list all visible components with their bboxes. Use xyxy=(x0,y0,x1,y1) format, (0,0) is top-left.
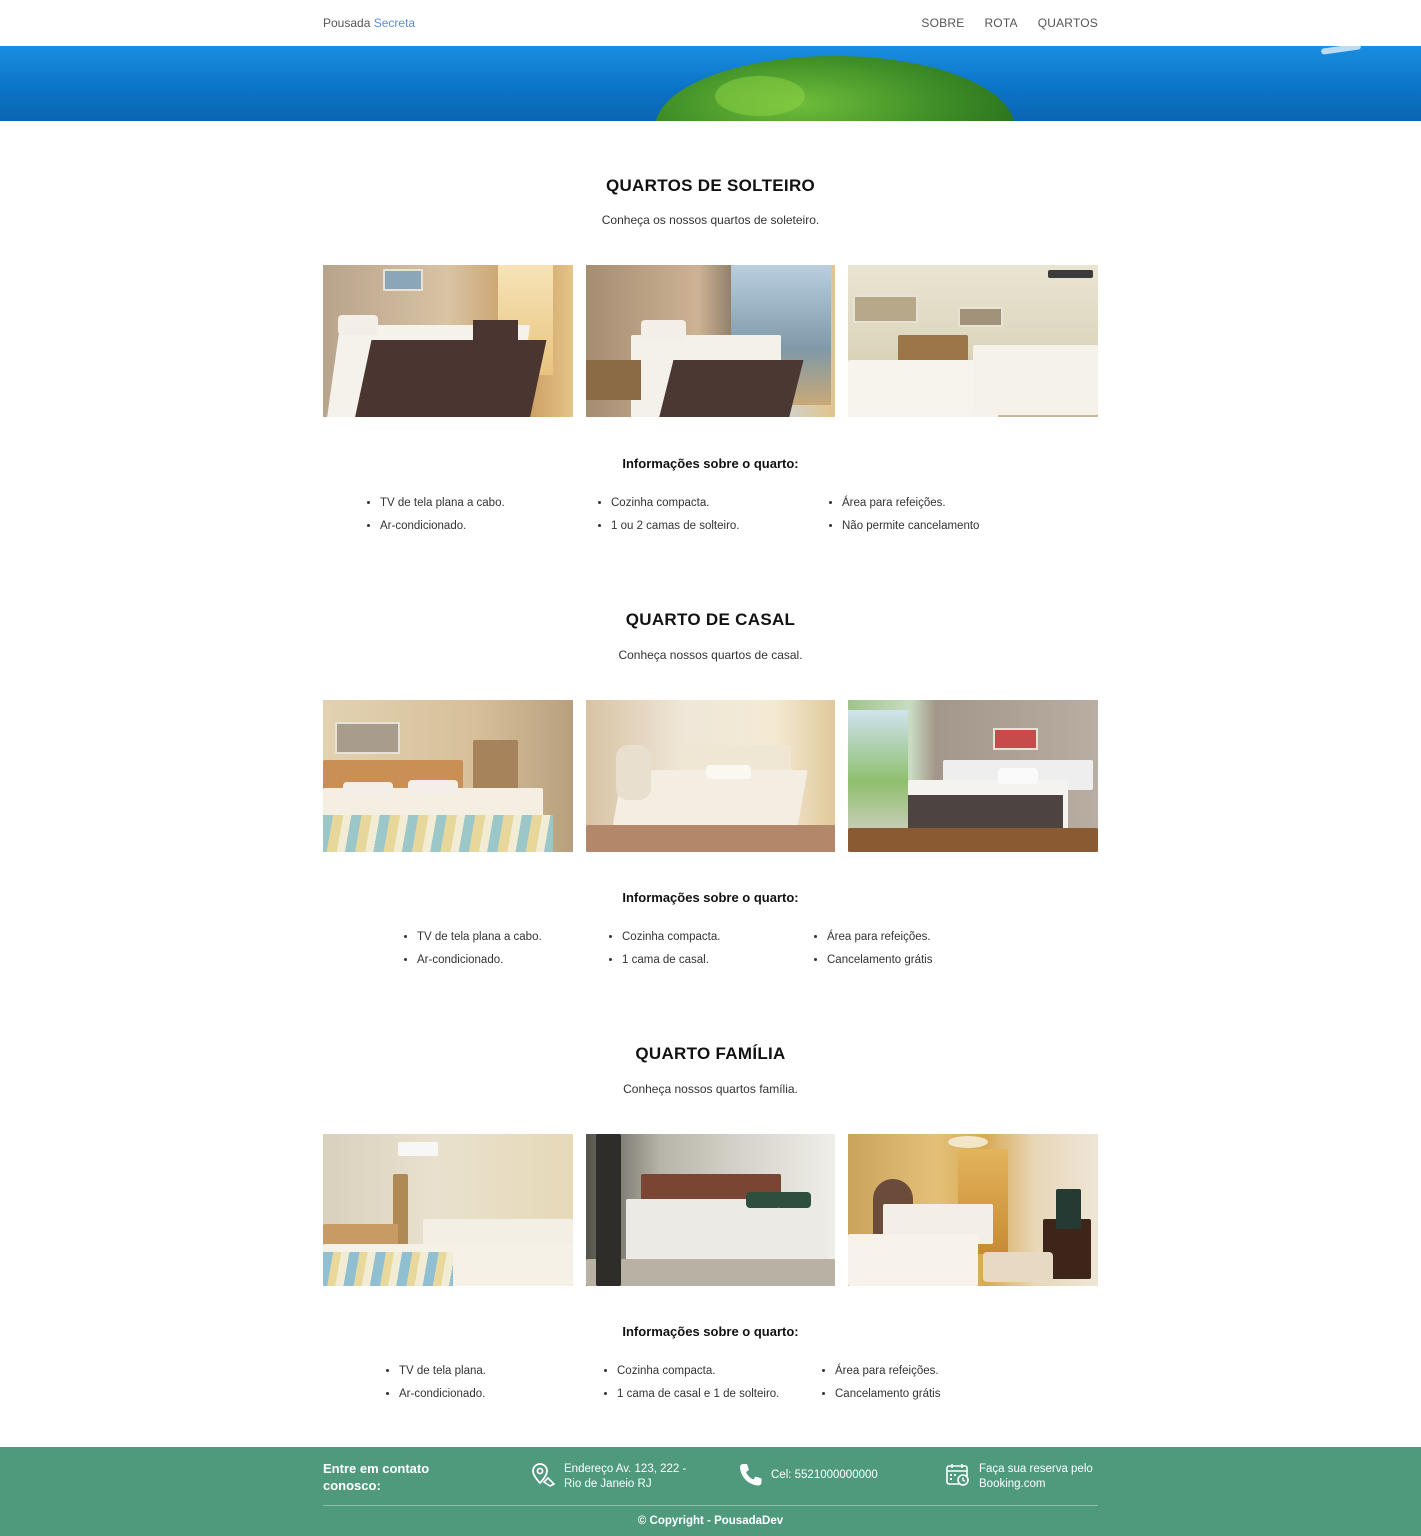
info-title-solteiro: Informações sobre o quarto: xyxy=(622,456,799,471)
footer-booking-line2: Booking.com xyxy=(979,1478,1046,1490)
amenity-item: Cozinha compacta. xyxy=(617,1364,779,1379)
amenity-item: TV de tela plana a cabo. xyxy=(417,930,542,945)
amenity-item: 1 cama de casal e 1 de solteiro. xyxy=(617,1387,779,1402)
room-photo[interactable] xyxy=(323,1134,573,1286)
footer-copyright: © Copyright - PousadaDev xyxy=(637,1515,784,1527)
room-photo[interactable] xyxy=(848,700,1099,852)
room-photo[interactable] xyxy=(323,265,573,417)
room-photo[interactable] xyxy=(585,265,836,417)
amenities-col2-familia: Cozinha compacta. 1 cama de casal e 1 de… xyxy=(603,1364,779,1410)
footer-address-line1: Endereço Av. 123, 222 - xyxy=(564,1463,687,1475)
nav-link-quartos[interactable]: QUARTOS xyxy=(1038,16,1098,30)
amenity-item: Ar-condicionado. xyxy=(417,953,542,968)
nav-links: SOBRE ROTA QUARTOS xyxy=(921,16,1098,30)
amenity-item: TV de tela plana. xyxy=(399,1364,486,1379)
section-subtitle-familia: Conheça nossos quartos família. xyxy=(623,1082,798,1096)
amenity-item: Área para refeições. xyxy=(842,496,979,511)
brand-main: Pousada xyxy=(323,16,371,30)
hero-boat xyxy=(1320,46,1362,55)
room-photo[interactable] xyxy=(848,265,1099,417)
amenity-item: 1 cama de casal. xyxy=(622,953,720,968)
footer-contact-title: Entre em contato conosco: xyxy=(323,1461,430,1493)
amenities-col2-solteiro: Cozinha compacta. 1 ou 2 camas de soltei… xyxy=(597,496,740,542)
room-photo[interactable] xyxy=(323,700,573,852)
amenities-col3-casal: Área para refeições. Cancelamento grátis xyxy=(813,930,932,976)
amenity-item: Área para refeições. xyxy=(827,930,932,945)
amenity-item: TV de tela plana a cabo. xyxy=(380,496,505,511)
amenity-item: Área para refeições. xyxy=(835,1364,940,1379)
amenity-item: Cozinha compacta. xyxy=(611,496,740,511)
footer-address-line2: Rio de Janeio RJ xyxy=(564,1478,652,1490)
amenities-col1-solteiro: TV de tela plana a cabo. Ar-condicionado… xyxy=(366,496,505,542)
amenities-col1-casal: TV de tela plana a cabo. Ar-condicionado… xyxy=(403,930,542,976)
gallery-casal xyxy=(323,700,1099,852)
calendar-icon xyxy=(946,1464,969,1486)
room-photo[interactable] xyxy=(848,1134,1099,1286)
footer-phone-number: Cel: 5521000000000 xyxy=(771,1468,878,1481)
section-title-casal: QUARTO DE CASAL xyxy=(625,610,796,629)
phone-icon xyxy=(740,1464,762,1486)
amenity-item: Ar-condicionado. xyxy=(380,519,505,534)
amenity-item: Cancelamento grátis xyxy=(835,1387,940,1402)
location-pin-icon xyxy=(532,1463,556,1487)
nav-link-sobre[interactable]: SOBRE xyxy=(921,16,964,30)
footer: Entre em contato conosco: Endereço Av. 1… xyxy=(0,1447,1421,1536)
gallery-solteiro xyxy=(323,265,1099,417)
room-photo[interactable] xyxy=(585,1134,836,1286)
nav-link-rota[interactable]: ROTA xyxy=(984,16,1017,30)
amenity-item: Não permite cancelamento xyxy=(842,519,979,534)
navbar: Pousada Secreta SOBRE ROTA QUARTOS xyxy=(0,0,1421,46)
footer-address[interactable]: Endereço Av. 123, 222 - Rio de Janeio RJ xyxy=(530,1462,686,1492)
brand-accent: Secreta xyxy=(373,16,416,30)
amenities-col2-casal: Cozinha compacta. 1 cama de casal. xyxy=(608,930,720,976)
amenities-col1-familia: TV de tela plana. Ar-condicionado. xyxy=(385,1364,486,1410)
footer-booking[interactable]: Faça sua reserva pelo Booking.com xyxy=(945,1462,1093,1492)
amenities-col3-familia: Área para refeições. Cancelamento grátis xyxy=(821,1364,940,1410)
brand-logo[interactable]: Pousada Secreta xyxy=(323,16,415,30)
footer-phone[interactable]: Cel: 5521000000000 xyxy=(737,1462,878,1488)
section-subtitle-solteiro: Conheça os nossos quartos de soleteiro. xyxy=(601,213,820,227)
info-title-casal: Informações sobre o quarto: xyxy=(622,890,799,905)
footer-booking-line1: Faça sua reserva pelo xyxy=(979,1463,1093,1475)
footer-divider xyxy=(323,1505,1098,1506)
hero-island xyxy=(655,56,1015,121)
amenity-item: Ar-condicionado. xyxy=(399,1387,486,1402)
section-subtitle-casal: Conheça nossos quartos de casal. xyxy=(618,648,803,662)
section-title-solteiro: QUARTOS DE SOLTEIRO xyxy=(605,176,816,195)
amenities-col3-solteiro: Área para refeições. Não permite cancela… xyxy=(828,496,979,542)
amenity-item: Cancelamento grátis xyxy=(827,953,932,968)
info-title-familia: Informações sobre o quarto: xyxy=(622,1324,799,1339)
amenity-item: Cozinha compacta. xyxy=(622,930,720,945)
room-photo[interactable] xyxy=(585,700,836,852)
hero-banner-image xyxy=(0,46,1421,121)
section-title-familia: QUARTO FAMÍLIA xyxy=(635,1044,786,1063)
gallery-familia xyxy=(323,1134,1099,1286)
amenity-item: 1 ou 2 camas de solteiro. xyxy=(611,519,740,534)
